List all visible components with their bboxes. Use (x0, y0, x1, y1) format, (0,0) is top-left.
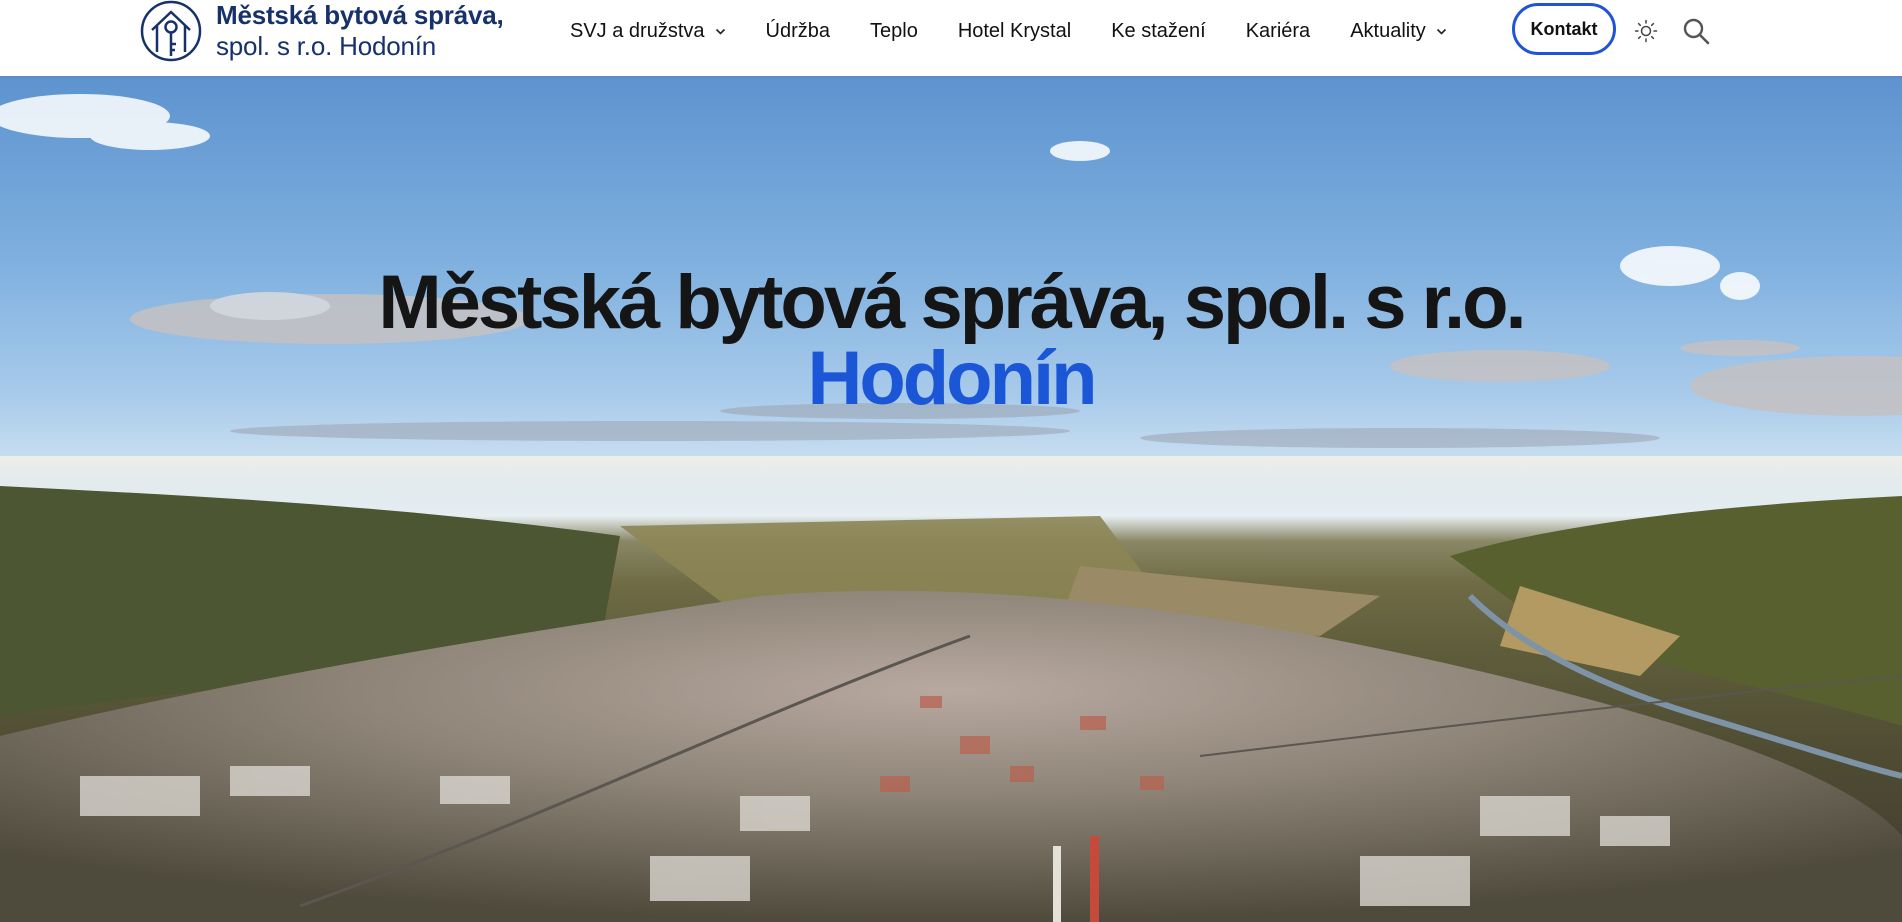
nav-item-label: Hotel Krystal (957, 19, 1072, 42)
hero-title-line1: Městská bytová správa, spol. s r.o. (378, 259, 1526, 345)
hero-title: Městská bytová správa, spol. s r.o. Hodo… (0, 259, 1902, 421)
contact-button[interactable]: Kontakt (1512, 3, 1616, 55)
nav-item-hotel-krystal[interactable]: Hotel Krystal (958, 20, 1071, 43)
nav-item-udrzba[interactable]: Údržba (766, 20, 830, 43)
nav-item-aktuality[interactable]: Aktuality (1350, 20, 1447, 43)
nav-item-label: Teplo (870, 19, 918, 42)
chevron-down-icon (715, 28, 725, 35)
brand-name-line1: Městská bytová správa, (216, 0, 504, 30)
nav-item-label: Kariéra (1245, 19, 1311, 42)
hero-title-accent: Hodonín (807, 335, 1097, 421)
site-logo[interactable]: Městská bytová správa, spol. s r.o. Hodo… (140, 0, 504, 62)
nav-item-label: Aktuality (1350, 19, 1426, 42)
site-header: Městská bytová správa, spol. s r.o. Hodo… (0, 0, 1902, 76)
nav-item-kariera[interactable]: Kariéra (1246, 20, 1310, 43)
search-icon[interactable] (1682, 17, 1710, 45)
brand-name-line2: spol. s r.o. Hodonín (216, 31, 437, 61)
nav-item-label: Ke stažení (1111, 19, 1206, 42)
sun-icon[interactable] (1634, 19, 1658, 43)
main-navigation: SVJ a družstva Údržba Teplo Hotel Krysta… (570, 0, 1487, 62)
aerial-city-photo (0, 94, 1902, 922)
nav-item-label: Údržba (765, 19, 830, 42)
brand-name: Městská bytová správa, spol. s r.o. Hodo… (216, 0, 504, 62)
nav-item-label: SVJ a družstva (570, 19, 705, 42)
nav-item-svj[interactable]: SVJ a družstva (570, 20, 726, 43)
chevron-down-icon (1436, 28, 1446, 35)
house-key-icon (140, 0, 202, 62)
nav-item-ke-stazeni[interactable]: Ke stažení (1111, 20, 1206, 43)
hero-section: Městská bytová správa, spol. s r.o. Hodo… (0, 76, 1902, 922)
nav-item-teplo[interactable]: Teplo (870, 20, 918, 43)
